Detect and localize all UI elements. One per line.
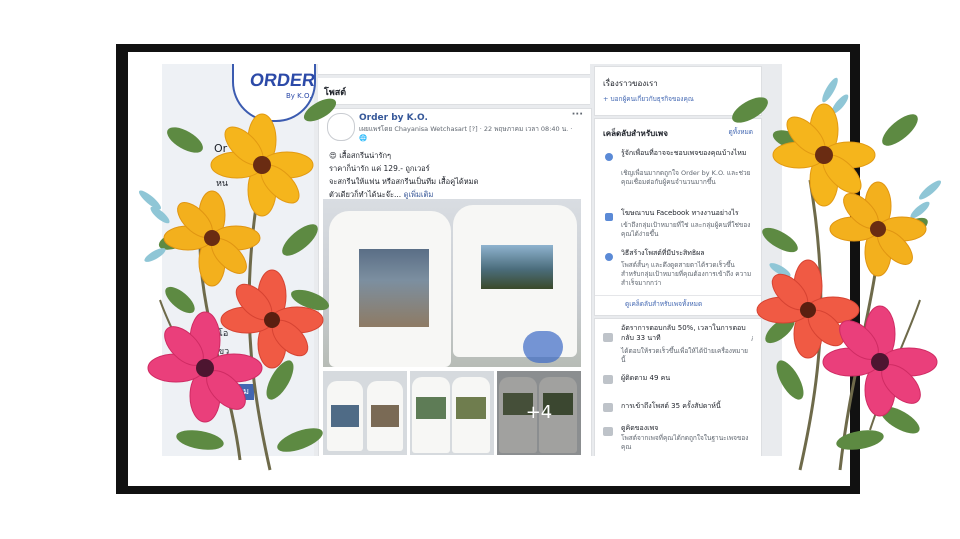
chart-icon <box>605 213 613 221</box>
page-tips-see-all[interactable]: ดูทั้งหมด <box>729 128 753 137</box>
page-icon <box>603 427 613 436</box>
tip-2-title[interactable]: โฆษณาบน Facebook ทางงานอย่างไร <box>621 209 755 218</box>
all-tips-link[interactable]: ดูเคล็ดลับสำหรับเพจทั้งหมด <box>625 300 702 309</box>
post-line-4-text: ตัวเดียวก็ทำได้นะจ๊ะ... <box>329 190 402 199</box>
logo-subtext: By K.O. <box>286 92 312 100</box>
promote-button[interactable]: ขม <box>232 384 254 400</box>
composer-strip <box>318 64 590 75</box>
tip-2-desc: เข้าถึงกลุ่มเป้าหมายที่ใช่ และกลุ่มผู้คน… <box>621 221 751 238</box>
post-text: 😍 เสื้อสกรีนน่ารักๆ ราคาก็น่ารัก แค่ 129… <box>329 149 579 201</box>
tshirt-left-print <box>359 249 429 327</box>
response-rate-sub: ได้ตอบให้รวดเร็วขึ้นเพื่อให้ได้ป้ายเครื่… <box>621 347 748 364</box>
people-icon <box>603 375 613 384</box>
logo-text: ORDER <box>248 70 317 90</box>
tip-3-title[interactable]: วิธีสร้างโพสต์ที่มีประสิทธิผล <box>621 249 755 258</box>
thumbnail-2[interactable] <box>410 371 494 455</box>
facebook-page-screenshot: ORDER By K.O. Or หน โอ ขว ขม โพสต์ Order… <box>162 64 782 456</box>
tip-1-desc: เชิญเพื่อนมากดถูกใจ Order by K.O. และช่ว… <box>621 169 751 186</box>
page-avatar[interactable] <box>327 113 355 141</box>
timeline-column: โพสต์ Order by K.O. เผยแพร่โดย Chayanisa… <box>318 64 592 456</box>
posts-header-label: โพสต์ <box>324 88 347 98</box>
page-likes-link[interactable]: ดูคิดของเพจ <box>621 423 749 433</box>
page-logo[interactable]: ORDER By K.O. <box>232 64 316 122</box>
post-reach[interactable]: การเข้าถึงโพสต์ 35 ครั้งสัปดาห์นี้ <box>621 401 749 411</box>
followers-count[interactable]: ผู้ติดตาม 49 คน <box>621 373 749 383</box>
post-main-photo[interactable] <box>323 199 581 367</box>
sidebar-item-more[interactable]: ขว <box>218 344 229 358</box>
post-line-1: 😍 เสื้อสกรีนน่ารักๆ <box>329 151 392 160</box>
post-meta: เผยแพร่โดย Chayanisa Wetchasart [?] · 22… <box>359 125 573 142</box>
photo-thumbnails: +4 <box>323 371 581 456</box>
chat-icon <box>603 333 613 342</box>
thumb-print <box>416 397 446 419</box>
page-tips-card: เคล็ดลับสำหรับเพจ ดูทั้งหมด รู้จักเพื่อน… <box>594 118 762 316</box>
page-likes-sub: โพสต์จากเพจที่คุณได้กดถูกใจในฐานะเพจของค… <box>621 434 749 451</box>
post-line-2: ราคาก็น่ารัก แค่ 129.- ถูกเวอร์ <box>329 164 430 173</box>
see-more-link[interactable]: ดูเพิ่มเติม <box>404 190 434 199</box>
flower-decoration <box>523 331 563 363</box>
left-sidebar: ORDER By K.O. Or หน โอ ขว ขม <box>162 64 316 456</box>
thumbnail-1[interactable] <box>323 371 407 455</box>
sidebar-page-name[interactable]: Or <box>214 142 227 155</box>
posts-header: โพสต์ <box>318 78 590 105</box>
divider <box>595 295 761 296</box>
post-page-name[interactable]: Order by K.O. <box>359 113 428 123</box>
response-rate[interactable]: อัตราการตอบกลับ 50%, เวลาในการตอบกลับ 33… <box>621 323 749 343</box>
sidebar-item-home[interactable]: หน <box>216 176 228 190</box>
post-line-3: จะสกรีนให้แฟน หรือสกรีนเป็นทีม เสื้อคู่ไ… <box>329 177 479 186</box>
post-card: Order by K.O. เผยแพร่โดย Chayanisa Wetch… <box>318 108 592 456</box>
tip-1-title[interactable]: รู้จักเพื่อนที่อาจจะชอบเพจของคุณบ้างไหม <box>621 149 755 158</box>
more-photos-overlay[interactable]: +4 <box>497 371 581 455</box>
bulb-icon <box>605 153 613 161</box>
thumb-print <box>331 405 359 427</box>
sidebar-item-about[interactable]: โอ <box>218 326 228 340</box>
page-tips-title: เคล็ดลับสำหรับเพจ <box>603 129 668 138</box>
thumb-print <box>371 405 399 427</box>
tip-3-desc: โพสต์สั้นๆ และดึงดูดสายตาได้รวดเร็วขึ้น … <box>621 261 752 287</box>
share-icon <box>605 253 613 261</box>
bar-chart-icon <box>603 403 613 412</box>
info-icon[interactable]: i <box>751 335 753 344</box>
our-story-card: เรื่องราวของเรา + บอกผู้คนเกี่ยวกับธุรกิ… <box>594 66 762 116</box>
our-story-link[interactable]: + บอกผู้คนเกี่ยวกับธุรกิจของคุณ <box>603 95 694 104</box>
thumbnail-3[interactable]: +4 <box>497 371 581 455</box>
tshirt-right-print <box>481 245 553 289</box>
thumb-print <box>456 397 486 419</box>
right-column: เรื่องราวของเรา + บอกผู้คนเกี่ยวกับธุรกิ… <box>594 64 762 456</box>
page-stats-card: อัตราการตอบกลับ 50%, เวลาในการตอบกลับ 33… <box>594 318 762 456</box>
post-menu-icon[interactable]: ··· <box>572 109 583 120</box>
our-story-title: เรื่องราวของเรา <box>603 79 658 88</box>
